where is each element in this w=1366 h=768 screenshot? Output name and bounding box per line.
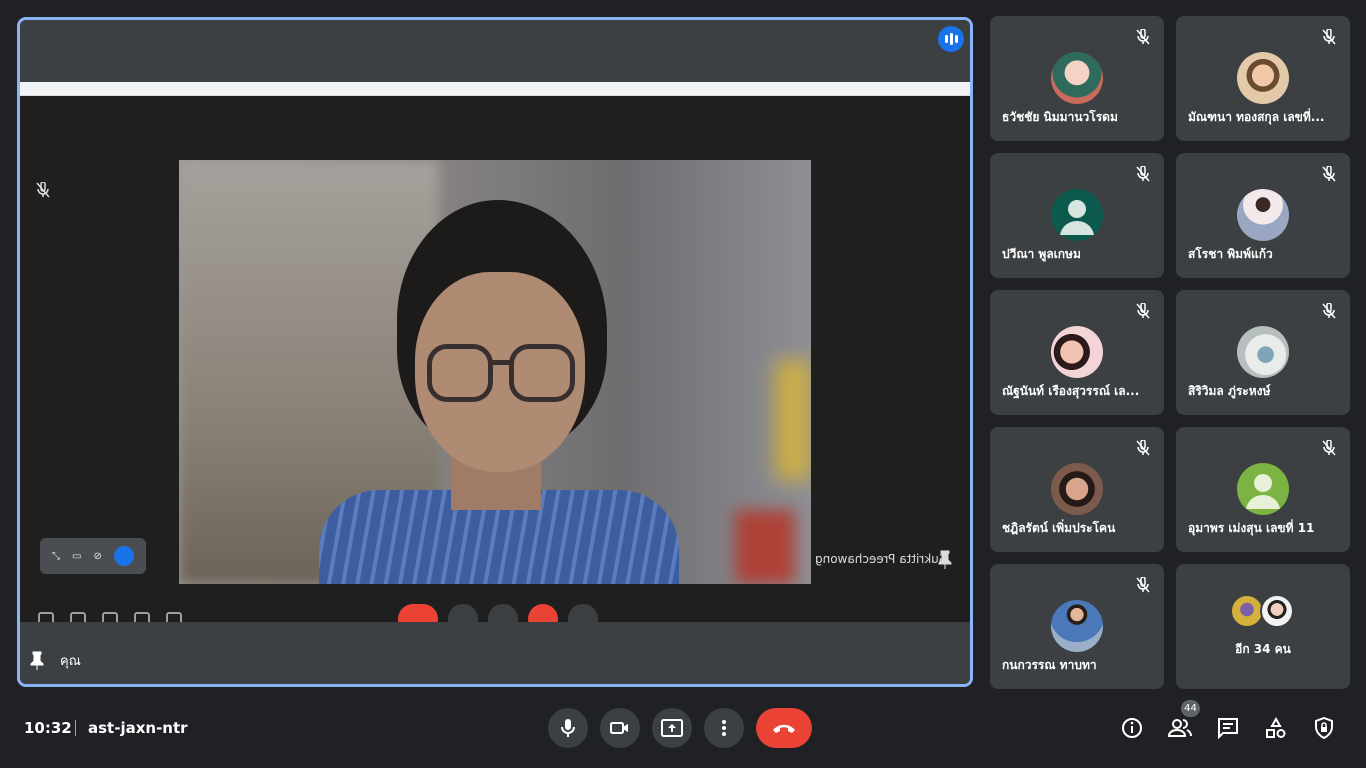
pip-icon[interactable]: ▭ <box>72 551 81 562</box>
mic-off-icon <box>1132 26 1154 48</box>
speaking-indicator-icon <box>113 546 134 566</box>
participant-tile[interactable]: ปวีณา พูลเกษม <box>990 153 1164 278</box>
mic-off-icon <box>1132 437 1154 459</box>
participant-grid: ธวัชชัย นิมมานวโรดม มัณฑนา ทองสกุล เลขที… <box>990 16 1350 689</box>
participant-tile[interactable]: กนกวรรณ ทาบทา <box>990 564 1164 689</box>
main-stage-tile[interactable]: Sukritta Preechawong ⤡ ▭ ⊘ คุณ <box>17 17 973 687</box>
avatar <box>1237 326 1289 378</box>
end-call-icon <box>773 724 795 733</box>
mic-off-icon <box>1132 300 1154 322</box>
mic-icon <box>561 719 575 737</box>
chat-icon <box>1218 718 1238 739</box>
camera-off-icon[interactable]: ⊘ <box>94 551 102 562</box>
presenter-video <box>179 160 811 584</box>
people-button[interactable] <box>1166 714 1194 742</box>
more-participants-tile[interactable]: อีก 34 คน <box>1176 564 1350 689</box>
mic-off-icon <box>1318 163 1340 185</box>
activities-icon <box>1266 717 1286 738</box>
stage-footer: คุณ <box>20 622 970 684</box>
chat-button[interactable] <box>1214 714 1242 742</box>
participant-tile[interactable]: สโรชา พิมพ์แก้ว <box>1176 153 1350 278</box>
mic-off-icon <box>1318 26 1340 48</box>
speaking-indicator-icon <box>938 26 964 52</box>
participant-tile[interactable]: สิริวิมล ภู่ระหงษ์ <box>1176 290 1350 415</box>
avatar <box>1237 189 1289 241</box>
divider <box>75 720 76 736</box>
avatar <box>1051 189 1103 241</box>
meeting-controls-bar: 10:32 ast-jaxn-ntr 44 <box>0 700 1366 768</box>
presenter-name-mirrored: Sukritta Preechawong <box>815 552 947 566</box>
host-controls-icon <box>1315 717 1333 739</box>
expand-icon[interactable]: ⤡ <box>52 551 60 562</box>
avatar <box>1230 594 1264 628</box>
meeting-time: 10:32 <box>24 719 72 737</box>
mic-off-icon <box>1132 163 1154 185</box>
meeting-code: ast-jaxn-ntr <box>88 719 188 737</box>
more-options-button[interactable] <box>704 708 744 748</box>
participant-tile[interactable]: อุมาพร เม่งสุน เลขที่ 11 <box>1176 427 1350 552</box>
avatar <box>1051 600 1103 652</box>
pin-icon <box>938 550 952 569</box>
mic-off-icon <box>36 182 50 198</box>
mic-off-icon <box>1318 300 1340 322</box>
participant-name: ธวัชชัย นิมมานวโรดม <box>1002 110 1118 124</box>
participant-name: ณัฐนันท์ เรืองสุวรรณ์ เล... <box>1002 384 1140 398</box>
activities-button[interactable] <box>1262 714 1290 742</box>
participant-name: ชฎิลรัตน์ เพิ่มประโคน <box>1002 521 1116 535</box>
camera-button[interactable] <box>600 708 640 748</box>
avatar <box>1051 463 1103 515</box>
shared-screen-top <box>20 20 970 82</box>
avatar <box>1051 52 1103 104</box>
default-person-icon <box>1060 200 1094 235</box>
participant-name: อุมาพร เม่งสุน เลขที่ 11 <box>1188 521 1315 535</box>
participant-tile[interactable]: ชฎิลรัตน์ เพิ่มประโคน <box>990 427 1164 552</box>
meeting-info-button[interactable] <box>1118 714 1146 742</box>
participant-tile[interactable]: ธวัชชัย นิมมานวโรดม <box>990 16 1164 141</box>
avatar <box>1051 326 1103 378</box>
participant-tile[interactable]: ณัฐนันท์ เรืองสุวรรณ์ เล... <box>990 290 1164 415</box>
camera-icon <box>610 722 628 734</box>
people-icon <box>1168 719 1192 737</box>
mic-off-icon <box>1318 437 1340 459</box>
participant-name: ปวีณา พูลเกษม <box>1002 247 1081 261</box>
participant-name: สโรชา พิมพ์แก้ว <box>1188 247 1273 261</box>
present-screen-button[interactable] <box>652 708 692 748</box>
avatar <box>1237 463 1289 515</box>
default-person-icon <box>1246 474 1280 509</box>
pin-icon[interactable] <box>30 651 44 671</box>
people-count-badge: 44 <box>1181 700 1200 717</box>
present-screen-icon <box>661 719 683 737</box>
more-participants-label: อีก 34 คน <box>1235 642 1291 656</box>
participant-tile[interactable]: มัณฑนา ทองสกุล เลขที่... <box>1176 16 1350 141</box>
avatar <box>1237 52 1289 104</box>
self-label: คุณ <box>60 654 81 669</box>
more-vert-icon <box>722 720 726 736</box>
mic-button[interactable] <box>548 708 588 748</box>
mic-off-icon <box>1132 574 1154 596</box>
participant-name: สิริวิมล ภู่ระหงษ์ <box>1188 384 1271 398</box>
participant-name: มัณฑนา ทองสกุล เลขที่... <box>1188 110 1325 124</box>
shared-screen-content: Sukritta Preechawong ⤡ ▭ ⊘ <box>20 96 970 634</box>
host-controls-button[interactable] <box>1310 714 1338 742</box>
floating-self-controls[interactable]: ⤡ ▭ ⊘ <box>40 538 146 574</box>
participant-name: กนกวรรณ ทาบทา <box>1002 658 1097 672</box>
avatar <box>1260 594 1294 628</box>
shared-screen-browser-strip <box>20 82 970 96</box>
end-call-button[interactable] <box>756 708 812 748</box>
info-icon <box>1122 718 1142 738</box>
